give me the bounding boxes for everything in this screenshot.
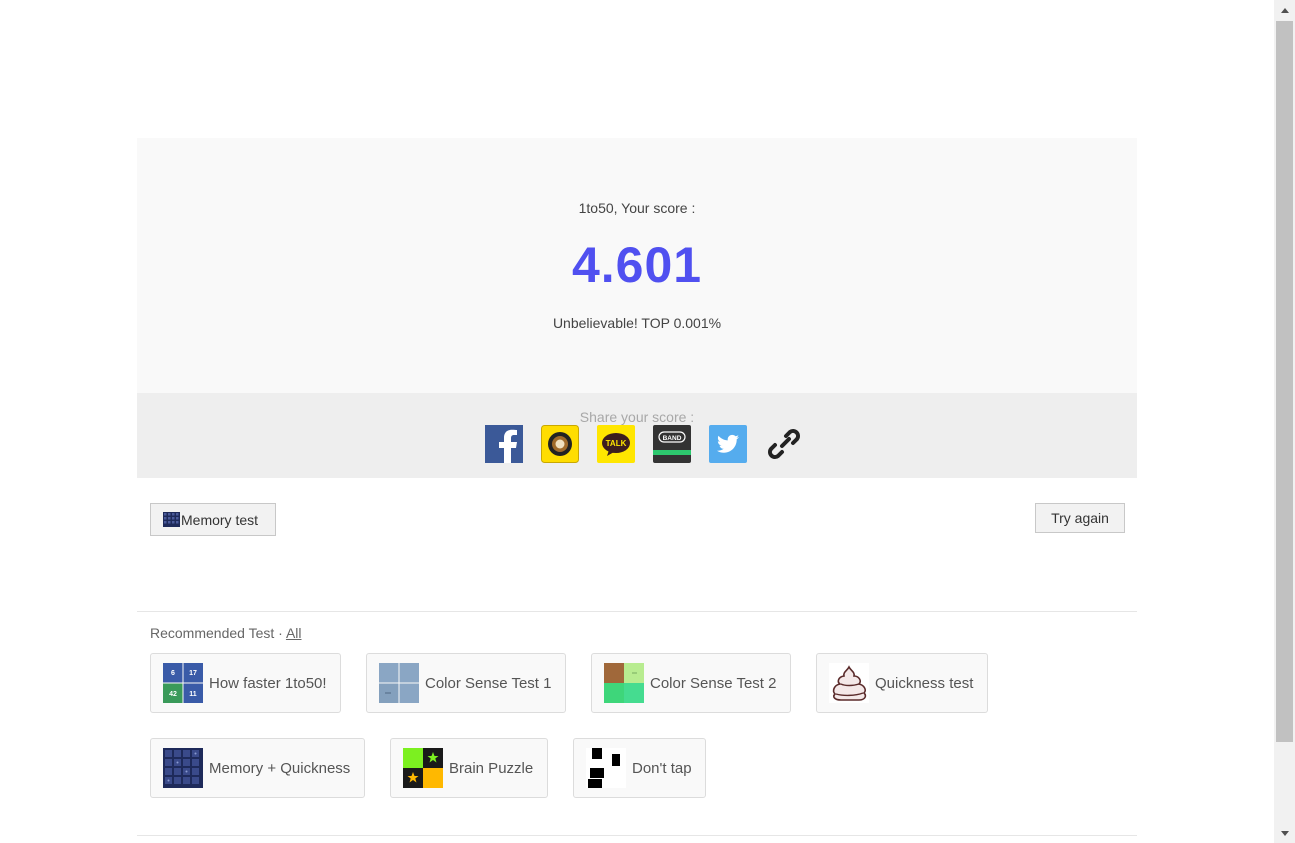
- brain-puzzle-icon: [403, 748, 443, 788]
- result-panel: 1to50, Your score : 4.601 Unbelievable! …: [137, 138, 1137, 393]
- dont-tap-icon: [586, 748, 626, 788]
- memory-test-button[interactable]: Memory test: [150, 503, 276, 536]
- rec-card-label: Don't tap: [632, 759, 692, 777]
- rec-card-label: Color Sense Test 1: [425, 674, 552, 692]
- band-icon[interactable]: BAND: [653, 425, 691, 463]
- rec-card-label: Color Sense Test 2: [650, 674, 777, 692]
- rec-card-quickness[interactable]: Quickness test: [816, 653, 988, 713]
- quickness-icon: [829, 663, 869, 703]
- memory-grid-icon: [163, 512, 180, 527]
- facebook-icon[interactable]: [485, 425, 523, 463]
- rec-card-brain-puzzle[interactable]: Brain Puzzle: [390, 738, 548, 798]
- link-icon[interactable]: [765, 425, 803, 463]
- rec-card-1to50[interactable]: 6 17 42 11 How faster 1to50!: [150, 653, 341, 713]
- rec-card-color-sense-2[interactable]: Color Sense Test 2: [591, 653, 791, 713]
- vertical-scrollbar[interactable]: [1274, 0, 1295, 843]
- scroll-up-arrow[interactable]: [1274, 0, 1295, 20]
- svg-text:6: 6: [171, 670, 175, 677]
- divider: [137, 835, 1137, 836]
- recommended-title: Recommended Test · All: [150, 625, 302, 641]
- memory-test-label: Memory test: [181, 511, 259, 528]
- rec-card-dont-tap[interactable]: Don't tap: [573, 738, 706, 798]
- 1to50-grid-icon: 6 17 42 11: [163, 663, 203, 703]
- score-label: 1to50, Your score :: [578, 200, 696, 216]
- kakaotalk-icon[interactable]: TALK: [597, 425, 635, 463]
- svg-text:11: 11: [189, 691, 197, 698]
- divider: [137, 611, 1137, 612]
- score-value: 4.601: [571, 237, 703, 293]
- share-icons: TALK BAND: [485, 425, 803, 463]
- scroll-thumb[interactable]: [1276, 21, 1293, 742]
- twitter-icon[interactable]: [709, 425, 747, 463]
- memory-quickness-icon: [163, 748, 203, 788]
- rec-card-label: Brain Puzzle: [449, 759, 534, 777]
- color-sense-1-icon: [379, 663, 419, 703]
- color-sense-2-icon: [604, 663, 644, 703]
- svg-text:17: 17: [189, 670, 197, 677]
- all-tests-link[interactable]: All: [286, 625, 302, 641]
- rec-card-label: How faster 1to50!: [209, 674, 327, 692]
- try-again-button[interactable]: Try again: [1035, 503, 1125, 533]
- rec-card-label: Quickness test: [875, 674, 974, 692]
- scroll-down-arrow[interactable]: [1274, 823, 1295, 843]
- share-label: Share your score :: [579, 409, 695, 425]
- rec-card-memory-quickness[interactable]: Memory + Quickness: [150, 738, 365, 798]
- score-rank-text: Unbelievable! TOP 0.001%: [552, 315, 722, 331]
- share-panel: Share your score : TALK BAND: [137, 393, 1137, 478]
- svg-text:BAND: BAND: [663, 435, 682, 442]
- svg-text:42: 42: [169, 691, 177, 698]
- rec-card-label: Memory + Quickness: [209, 759, 351, 777]
- svg-text:TALK: TALK: [606, 439, 627, 448]
- kakaostory-icon[interactable]: [541, 425, 579, 463]
- rec-card-color-sense-1[interactable]: Color Sense Test 1: [366, 653, 566, 713]
